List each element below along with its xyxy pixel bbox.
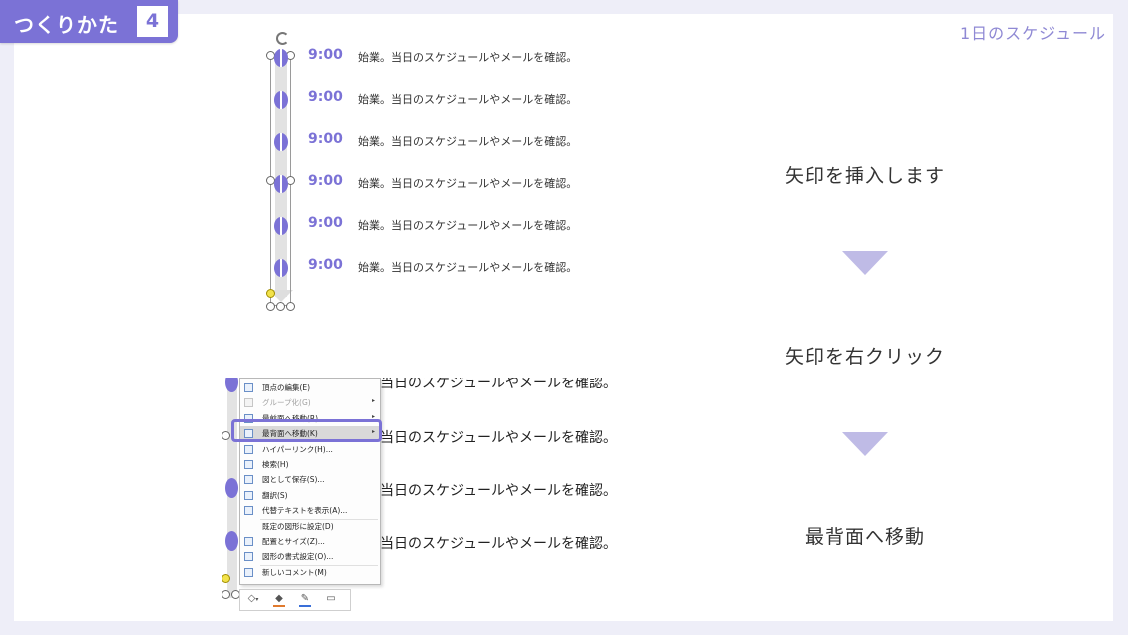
timeline-dot <box>225 478 238 498</box>
translate-icon <box>244 490 253 500</box>
context-menu-item[interactable]: 図として保存(S)... <box>240 472 380 487</box>
timeline-dot <box>225 531 238 551</box>
context-menu-label: 図として保存(S)... <box>262 475 325 485</box>
badge-title: つくりかた <box>14 13 119 37</box>
context-menu-item[interactable]: 検索(H) <box>240 457 380 472</box>
timeline-dot <box>274 217 288 235</box>
fill-color-icon[interactable]: ◆ <box>272 593 286 607</box>
timeline-time: 9:00 <box>308 47 343 63</box>
timeline-dot <box>274 175 288 193</box>
down-arrow-icon <box>842 251 888 275</box>
page-label: 1日のスケジュール <box>959 24 1106 43</box>
timeline-text: 始業。当日のスケジュールやメールを確認。 <box>358 93 578 106</box>
submenu-arrow-icon: ▸ <box>371 397 375 405</box>
timeline-text: 始業。当日のスケジュールやメールを確認。 <box>358 51 578 64</box>
context-menu-item[interactable]: 代替テキストを表示(A)... <box>240 503 380 518</box>
resize-handle[interactable] <box>276 302 285 311</box>
context-menu-item[interactable]: 配置とサイズ(Z)... <box>240 534 380 549</box>
context-menu-item[interactable]: 新しいコメント(M) <box>240 565 380 580</box>
context-menu-label: 新しいコメント(M) <box>262 567 327 577</box>
mini-toolbar: ◇▾ ◆ ✎ ▭ <box>239 589 351 611</box>
lower-row-text: 当日のスケジュールやメールを確認。 <box>380 483 618 499</box>
outline-color-icon[interactable]: ✎ <box>298 593 312 607</box>
context-menu-label: 翻訳(S) <box>262 490 288 500</box>
timeline-time: 9:00 <box>308 131 343 147</box>
context-menu-label: ハイパーリンク(H)... <box>262 444 333 454</box>
fill-color-bar <box>273 605 285 607</box>
lower-row-text: 当日のスケジュールやメールを確認。 <box>380 430 618 446</box>
step-insert-arrow: 矢印を挿入します <box>784 165 945 187</box>
timeline-text: 始業。当日のスケジュールやメールを確認。 <box>358 135 578 148</box>
timeline-dot <box>274 91 288 109</box>
context-menu-label: 検索(H) <box>262 460 289 469</box>
shape-style-icon[interactable]: ◇▾ <box>246 593 260 605</box>
alt-text-icon <box>244 506 253 516</box>
outline-color-bar <box>299 605 311 607</box>
adjust-handle[interactable] <box>266 289 275 298</box>
context-menu-item[interactable]: グループ化(G) ▸ <box>240 395 380 410</box>
timeline-dot <box>274 133 288 151</box>
search-icon <box>244 460 253 469</box>
timeline-time: 9:00 <box>308 89 343 105</box>
down-arrow-icon <box>842 432 888 456</box>
lower-row-text: 当日のスケジュールやメールを確認。 <box>380 378 618 391</box>
size-position-icon <box>244 537 253 546</box>
timeline-time: 9:00 <box>308 257 343 273</box>
rotate-handle-icon[interactable] <box>276 32 289 45</box>
new-comment-icon[interactable]: ▭ <box>324 593 338 605</box>
badge-number: 4 <box>137 6 168 37</box>
step-badge: つくりかた 4 <box>0 0 178 43</box>
lower-row-text: 当日のスケジュールやメールを確認。 <box>380 536 618 552</box>
context-menu-label: 配置とサイズ(Z)... <box>262 537 325 546</box>
context-menu-label: 代替テキストを表示(A)... <box>262 506 348 516</box>
format-shape-icon <box>244 552 253 562</box>
timeline-time: 9:00 <box>308 215 343 231</box>
timeline-time: 9:00 <box>308 173 343 189</box>
context-menu-item[interactable]: 頂点の編集(E) <box>240 380 380 395</box>
context-menu-screenshot: 当日のスケジュールやメールを確認。 当日のスケジュールやメールを確認。 当日のス… <box>222 378 642 614</box>
resize-handle[interactable] <box>286 302 295 311</box>
step-right-click: 矢印を右クリック <box>784 346 945 368</box>
step-send-to-back: 最背面へ移動 <box>804 526 925 548</box>
highlight-frame <box>231 419 382 442</box>
save-picture-icon <box>244 475 253 485</box>
resize-handle[interactable] <box>266 302 275 311</box>
context-menu-item[interactable]: 既定の図形に設定(D) <box>240 519 380 534</box>
timeline-text: 始業。当日のスケジュールやメールを確認。 <box>358 219 578 232</box>
timeline-text: 始業。当日のスケジュールやメールを確認。 <box>358 261 578 274</box>
timeline-dot <box>274 49 288 67</box>
timeline-text: 始業。当日のスケジュールやメールを確認。 <box>358 177 578 190</box>
edit-points-icon <box>244 383 253 392</box>
context-menu-label: 既定の図形に設定(D) <box>262 521 334 531</box>
context-menu-item[interactable]: ハイパーリンク(H)... <box>240 442 380 457</box>
timeline-dot <box>274 259 288 277</box>
hyperlink-icon <box>244 444 253 454</box>
context-menu-item[interactable]: 翻訳(S) <box>240 488 380 503</box>
context-menu-label: 頂点の編集(E) <box>262 383 311 392</box>
context-menu-label: 図形の書式設定(O)... <box>262 552 334 562</box>
comment-icon <box>244 567 253 577</box>
group-icon <box>244 398 253 408</box>
context-menu-item[interactable]: 図形の書式設定(O)... <box>240 549 380 564</box>
context-menu-label: グループ化(G) <box>262 398 311 408</box>
context-menu: 頂点の編集(E) グループ化(G) ▸ 最前面へ移動(R) ▸ 最背面へ移動(K) ▸ ハイパ… <box>239 378 381 585</box>
